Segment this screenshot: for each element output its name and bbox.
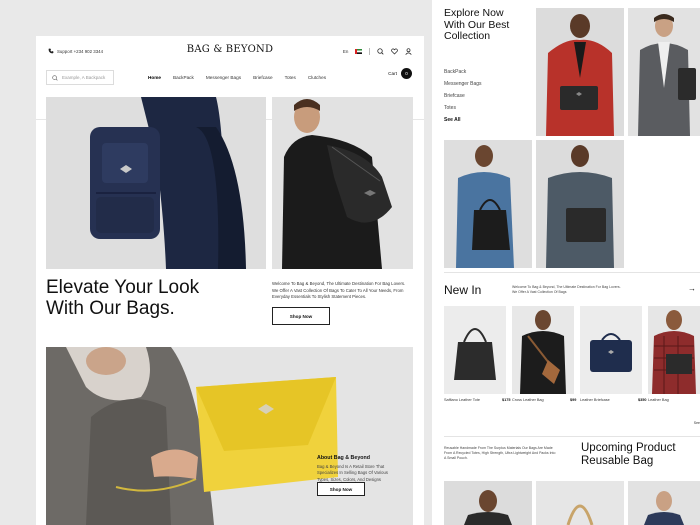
about-image-yellow-bag (46, 347, 413, 525)
upcoming-heading-line-1: Upcoming Product (581, 442, 676, 454)
explore-heading-line-1: Explore Now (444, 7, 504, 19)
top-bar: Support +234 902 3344 BAG & BEYOND En (36, 36, 424, 66)
search-placeholder: Example, A Backpack (62, 75, 106, 80)
homepage-mockup: Support +234 902 3344 BAG & BEYOND En Ex… (36, 36, 424, 525)
new-in-next-arrow[interactable]: → (688, 284, 696, 293)
about-heading: About Bag & Beyond (317, 455, 370, 461)
nav-item-home[interactable]: Home (148, 75, 161, 80)
hero-heading-line-1: Elevate Your Look (46, 277, 200, 298)
support-label: Support +234 902 3344 (57, 48, 104, 54)
flag-icon[interactable] (355, 48, 363, 54)
cart-count-badge: 0 (401, 68, 412, 79)
product-image-cross-bag[interactable] (512, 306, 574, 394)
category-list: BackPack Messenger Bags Briefcase Totes … (444, 66, 482, 126)
language-label: En (342, 48, 349, 54)
phone-icon (48, 48, 54, 54)
collection-image-grey-blazer (628, 8, 700, 136)
category-totes[interactable]: Totes (444, 102, 482, 114)
upcoming-image-1 (444, 481, 532, 525)
explore-heading: Explore Now With Our Best Collection (444, 7, 539, 43)
upcoming-heading-line-2: Reusable Bag (581, 454, 654, 467)
nav-item-clutches[interactable]: Clutches (308, 75, 326, 80)
nav-item-totes[interactable]: Totes (285, 75, 296, 80)
hero-description: Welcome To Bag & Beyond, The Ultimate De… (272, 281, 406, 299)
nav-item-messenger-bags[interactable]: Messenger Bags (206, 75, 241, 80)
heart-icon[interactable] (391, 48, 398, 55)
new-in-heading: New In (444, 283, 482, 297)
collection-page-mockup: Explore Now With Our Best Collection Bac… (432, 0, 700, 525)
collection-image-red-jacket (536, 8, 624, 136)
hero-shop-now-label: Shop Now (289, 313, 313, 319)
category-backpack[interactable]: BackPack (444, 66, 482, 78)
nav-item-briefcase[interactable]: Briefcase (253, 75, 273, 80)
product-price-1: $175 (502, 398, 511, 402)
cart-label: Cart (388, 71, 397, 76)
see-all-link[interactable]: See All (444, 114, 482, 126)
hero-image-shoulder-bag (272, 97, 413, 269)
search-icon[interactable] (377, 47, 384, 55)
hero-heading-line-2: With Our Bags. (46, 298, 175, 319)
product-name-3[interactable]: Leather Briefcase (580, 398, 610, 402)
section-divider (444, 436, 700, 437)
new-in-see-more-link[interactable]: See (694, 421, 700, 425)
upcoming-image-3 (628, 481, 700, 525)
brand-logo[interactable]: BAG & BEYOND (187, 44, 273, 55)
upcoming-description: Reusable Handmade From The Surplus Mater… (444, 446, 556, 460)
collection-image-denim-tote (444, 140, 532, 268)
support-contact[interactable]: Support +234 902 3344 (48, 48, 103, 54)
search-icon (52, 74, 58, 81)
product-name-1[interactable]: Saffiano Leather Tote (444, 398, 480, 402)
product-image-leather-bag[interactable] (648, 306, 700, 394)
product-image-tote[interactable] (444, 306, 506, 394)
hero-heading: Elevate Your Look With Our Bags. (46, 277, 256, 319)
nav-item-backpack[interactable]: BackPack (173, 75, 194, 80)
upcoming-image-2 (536, 481, 624, 525)
upcoming-heading: Upcoming Product Reusable Bag (581, 442, 696, 467)
product-image-briefcase[interactable] (580, 306, 642, 394)
header-actions: En (343, 47, 412, 55)
user-icon[interactable] (405, 47, 412, 55)
category-messenger-bags[interactable]: Messenger Bags (444, 78, 482, 90)
hero-shop-now-button[interactable]: Shop Now (272, 307, 330, 325)
about-text: Bag & Beyond Is A Retail Store That Spec… (317, 464, 388, 482)
product-price-3: $350 (638, 398, 647, 402)
category-briefcase[interactable]: Briefcase (444, 90, 482, 102)
about-shop-now-label: Shop Now (329, 486, 353, 492)
product-name-2[interactable]: Cross Leather Bag (512, 398, 544, 402)
product-name-4[interactable]: Leather Bag (648, 398, 669, 402)
product-price-2: $99 (570, 398, 577, 402)
explore-heading-line-3: Collection (444, 30, 491, 42)
section-divider (444, 272, 700, 273)
divider (369, 47, 370, 55)
about-shop-now-button[interactable]: Shop Now (317, 482, 365, 496)
search-input[interactable]: Example, A Backpack (46, 70, 114, 85)
cart-button[interactable]: Cart 0 (388, 68, 412, 79)
hero-image-backpack (46, 97, 266, 269)
collection-image-grey-shirt (536, 140, 624, 268)
new-in-description: Welcome To Bag & Beyond, The Ultimate De… (512, 285, 621, 294)
main-nav: Home BackPack Messenger Bags Briefcase T… (148, 75, 326, 80)
language-select[interactable]: En (343, 49, 349, 54)
